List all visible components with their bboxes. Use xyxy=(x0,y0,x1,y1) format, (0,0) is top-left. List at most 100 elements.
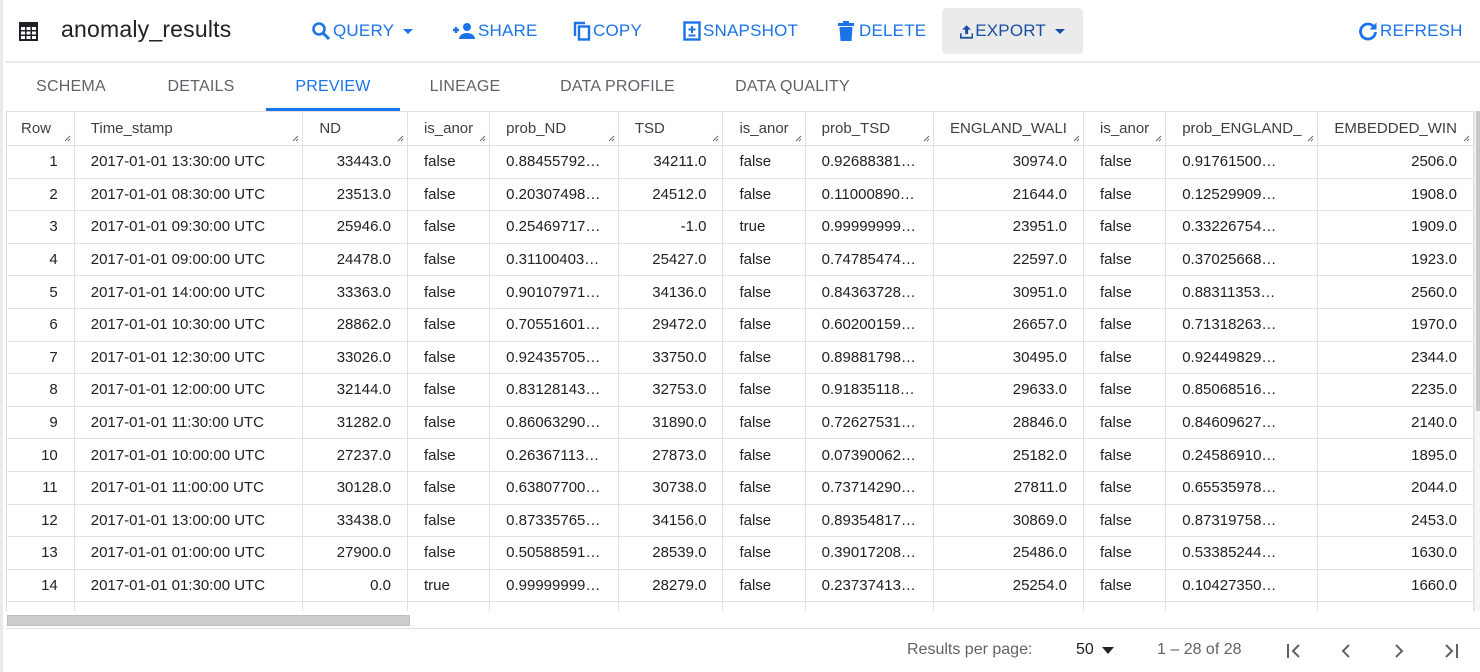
column-resize-handle-icon[interactable] xyxy=(1462,134,1470,142)
table-cell[interactable]: 0.53385244… xyxy=(1165,536,1319,570)
table-cell[interactable]: false xyxy=(406,438,491,472)
column-resize-handle-icon[interactable] xyxy=(1072,134,1080,142)
table-cell[interactable]: 2140.0 xyxy=(1317,405,1474,440)
table-cell[interactable]: 33438.0 xyxy=(302,503,408,538)
table-cell[interactable]: 2017-01-01 09:00:00 UTC xyxy=(73,242,304,277)
tab-lineage[interactable]: LINEAGE xyxy=(400,63,530,111)
table-cell[interactable]: 0.26367113… xyxy=(489,438,619,472)
table-cell[interactable]: 32144.0 xyxy=(302,373,408,407)
row-number[interactable]: 3 xyxy=(6,210,75,244)
table-cell[interactable]: false xyxy=(1082,405,1167,440)
table-cell[interactable]: 28279.0 xyxy=(617,568,724,603)
table-cell[interactable]: false xyxy=(1082,307,1167,342)
table-cell[interactable]: false xyxy=(722,340,806,375)
table-cell[interactable]: 2017-01-01 08:30:00 UTC xyxy=(73,177,304,212)
table-cell[interactable]: 30951.0 xyxy=(933,275,1084,309)
table-cell[interactable]: false xyxy=(406,536,491,570)
refresh-button[interactable]: REFRESH xyxy=(1358,8,1463,54)
column-resize-handle-icon[interactable] xyxy=(1154,134,1162,142)
table-cell[interactable]: 1660.0 xyxy=(1317,568,1474,603)
table-cell[interactable]: 2017-01-01 12:30:00 UTC xyxy=(73,340,304,375)
table-cell[interactable]: 1908.0 xyxy=(1317,177,1474,212)
row-number[interactable]: 11 xyxy=(6,470,75,505)
table-cell[interactable]: 24512.0 xyxy=(617,177,724,212)
table-cell[interactable]: false xyxy=(722,568,806,603)
table-cell[interactable]: 33026.0 xyxy=(302,340,408,375)
table-cell[interactable] xyxy=(1317,601,1474,611)
table-cell[interactable]: false xyxy=(722,307,806,342)
table-cell[interactable] xyxy=(804,601,935,611)
column-resize-handle-icon[interactable] xyxy=(478,134,486,142)
row-number[interactable]: 7 xyxy=(6,340,75,375)
table-cell[interactable]: false xyxy=(406,177,491,212)
table-cell[interactable]: 2017-01-01 14:00:00 UTC xyxy=(73,275,304,309)
table-cell[interactable]: 0.92449829… xyxy=(1165,340,1319,375)
table-cell[interactable]: false xyxy=(722,470,806,505)
table-cell[interactable]: 30495.0 xyxy=(933,340,1084,375)
row-number[interactable]: 5 xyxy=(6,275,75,309)
table-cell[interactable]: 0.63807700… xyxy=(489,470,619,505)
table-cell[interactable]: 2017-01-01 11:30:00 UTC xyxy=(73,405,304,440)
table-cell[interactable]: false xyxy=(722,275,806,309)
row-number[interactable]: 2 xyxy=(6,177,75,212)
row-number[interactable]: 1 xyxy=(6,145,75,179)
table-cell[interactable]: false xyxy=(1082,340,1167,375)
table-cell[interactable]: 0.39017208… xyxy=(804,536,935,570)
table-cell[interactable]: 0.99999999… xyxy=(489,568,619,603)
table-cell[interactable]: 30738.0 xyxy=(617,470,724,505)
table-cell[interactable]: 2453.0 xyxy=(1317,503,1474,538)
row-number[interactable]: 14 xyxy=(6,568,75,603)
table-cell[interactable]: 24478.0 xyxy=(302,242,408,277)
column-header[interactable]: ND xyxy=(302,111,408,146)
table-cell[interactable]: 25946.0 xyxy=(302,210,408,244)
table-cell[interactable] xyxy=(1082,601,1167,611)
column-resize-handle-icon[interactable] xyxy=(1306,134,1314,142)
table-cell[interactable]: 33363.0 xyxy=(302,275,408,309)
table-cell[interactable]: 1970.0 xyxy=(1317,307,1474,342)
table-cell[interactable]: 23951.0 xyxy=(933,210,1084,244)
table-cell[interactable] xyxy=(933,601,1084,611)
table-cell[interactable]: 0.89354817… xyxy=(804,503,935,538)
column-header[interactable]: is_anor xyxy=(406,111,491,146)
table-cell[interactable]: 0.25469717… xyxy=(489,210,619,244)
row-number[interactable]: 13 xyxy=(6,536,75,570)
table-cell[interactable]: 25427.0 xyxy=(617,242,724,277)
table-cell[interactable]: 2560.0 xyxy=(1317,275,1474,309)
table-cell[interactable]: false xyxy=(406,242,491,277)
table-cell[interactable]: false xyxy=(406,470,491,505)
table-cell[interactable]: -1.0 xyxy=(617,210,724,244)
table-cell[interactable]: 31282.0 xyxy=(302,405,408,440)
column-header[interactable]: is_anor xyxy=(1082,111,1167,146)
table-cell[interactable]: 33750.0 xyxy=(617,340,724,375)
table-cell[interactable]: 0.31100403… xyxy=(489,242,619,277)
table-cell[interactable]: false xyxy=(406,503,491,538)
table-cell[interactable]: 34136.0 xyxy=(617,275,724,309)
column-header[interactable]: ENGLAND_WALI xyxy=(933,111,1084,146)
table-cell[interactable]: false xyxy=(1082,275,1167,309)
table-cell[interactable]: true xyxy=(722,210,806,244)
table-cell[interactable]: 0.84609627… xyxy=(1165,405,1319,440)
tab-details[interactable]: DETAILS xyxy=(136,63,266,111)
table-cell[interactable]: 0.90107971… xyxy=(489,275,619,309)
tab-preview[interactable]: PREVIEW xyxy=(266,63,400,111)
table-cell[interactable]: 0.92435705… xyxy=(489,340,619,375)
table-cell[interactable]: 27900.0 xyxy=(302,536,408,570)
table-cell[interactable]: false xyxy=(1082,373,1167,407)
table-cell[interactable]: false xyxy=(1082,145,1167,179)
horizontal-scrollbar-thumb[interactable] xyxy=(7,615,410,626)
table-cell[interactable] xyxy=(302,601,408,611)
table-cell[interactable]: 0.85068516… xyxy=(1165,373,1319,407)
column-header[interactable]: prob_ND xyxy=(489,111,619,146)
table-cell[interactable]: 2017-01-01 09:30:00 UTC xyxy=(73,210,304,244)
table-cell[interactable]: false xyxy=(1082,177,1167,212)
column-resize-handle-icon[interactable] xyxy=(396,134,404,142)
table-cell[interactable]: 2017-01-01 13:00:00 UTC xyxy=(73,503,304,538)
table-cell[interactable]: 1895.0 xyxy=(1317,438,1474,472)
table-cell[interactable]: 31890.0 xyxy=(617,405,724,440)
tab-data-profile[interactable]: DATA PROFILE xyxy=(530,63,705,111)
first-page-button[interactable] xyxy=(1282,639,1306,663)
tab-schema[interactable]: SCHEMA xyxy=(6,63,136,111)
column-header[interactable]: EMBEDDED_WIN xyxy=(1317,111,1474,146)
table-cell[interactable]: 0.87319758… xyxy=(1165,503,1319,538)
row-number[interactable]: 10 xyxy=(6,438,75,472)
